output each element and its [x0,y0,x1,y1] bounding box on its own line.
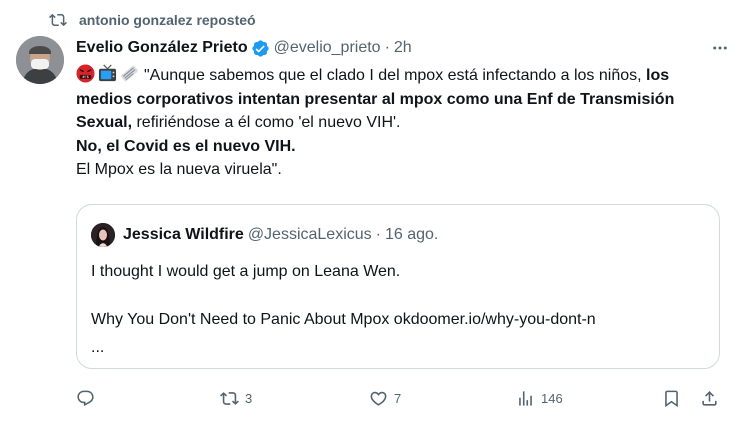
bookmark-button[interactable] [662,384,681,412]
author-name[interactable]: Evelio González Prieto [76,39,248,57]
like-icon [369,389,388,408]
quoted-tweet-header: Jessica Wildfire @JessicaLexicus · 16 ag… [91,223,438,247]
quoted-line-2: Why You Don't Need to Panic About Mpox o… [91,311,596,328]
reply-icon [76,389,95,408]
share-icon [700,389,719,408]
quoted-line-1: I thought I would get a jump on Leana We… [91,263,401,280]
retweet-icon [220,389,239,408]
share-button[interactable] [700,384,719,412]
like-count: 7 [394,390,402,406]
repost-icon [48,10,68,30]
separator-dot: · [384,39,390,56]
views-button[interactable]: 146 [516,384,563,412]
tweet-text-part-5: El Mpox es la nueva viruela". [76,161,282,178]
tweet-text-part-1: "Aunque sabemos que el clado I del mpox … [144,67,646,84]
tweet-text-bold-2: No, el Covid es el nuevo VIH. [76,137,296,155]
tweet-header: Evelio González Prieto @evelio_prieto · … [76,37,728,59]
reposted-by-text: antonio gonzalez reposteó [79,12,256,28]
reply-button[interactable] [76,384,101,412]
retweet-count: 3 [245,390,253,406]
quoted-date: 16 ago. [384,226,439,243]
quoted-tweet-text: I thought I would get a jump on Leana We… [91,260,705,360]
quoted-tweet-card[interactable]: Jessica Wildfire @JessicaLexicus · 16 ag… [76,204,720,369]
television-icon [98,64,117,83]
tweet-text-part-3: refiriéndose a él como 'el nuevo VIH'. [132,114,401,131]
verified-badge-icon [251,39,270,58]
like-button[interactable]: 7 [369,384,401,412]
bookmark-icon [662,389,681,408]
author-handle[interactable]: @evelio_prieto [274,39,381,57]
quoted-line-3: ... [91,339,105,356]
views-count: 146 [541,390,563,406]
more-icon[interactable] [710,38,730,58]
views-icon [516,389,535,408]
tweet-text: #!$ "Aunque sabemos que el clado I del m… [76,64,716,182]
quoted-author-name: Jessica Wildfire [123,226,244,243]
avatar[interactable] [16,36,64,84]
quoted-author-handle: @JessicaLexicus [247,226,372,243]
retweet-button[interactable]: 3 [220,384,252,412]
emoji-group: #!$ [76,64,142,83]
action-bar: 3 7 146 [76,384,726,412]
quoted-avatar [91,223,115,247]
svg-text:#!$: #!$ [82,74,90,79]
angry-symbols-face-icon: #!$ [76,64,95,83]
quoted-separator-dot: · [375,226,381,243]
tweet-time[interactable]: 2h [394,39,412,57]
reposted-by-line[interactable]: antonio gonzalez reposteó [48,10,256,30]
newspaper-icon [120,64,139,83]
